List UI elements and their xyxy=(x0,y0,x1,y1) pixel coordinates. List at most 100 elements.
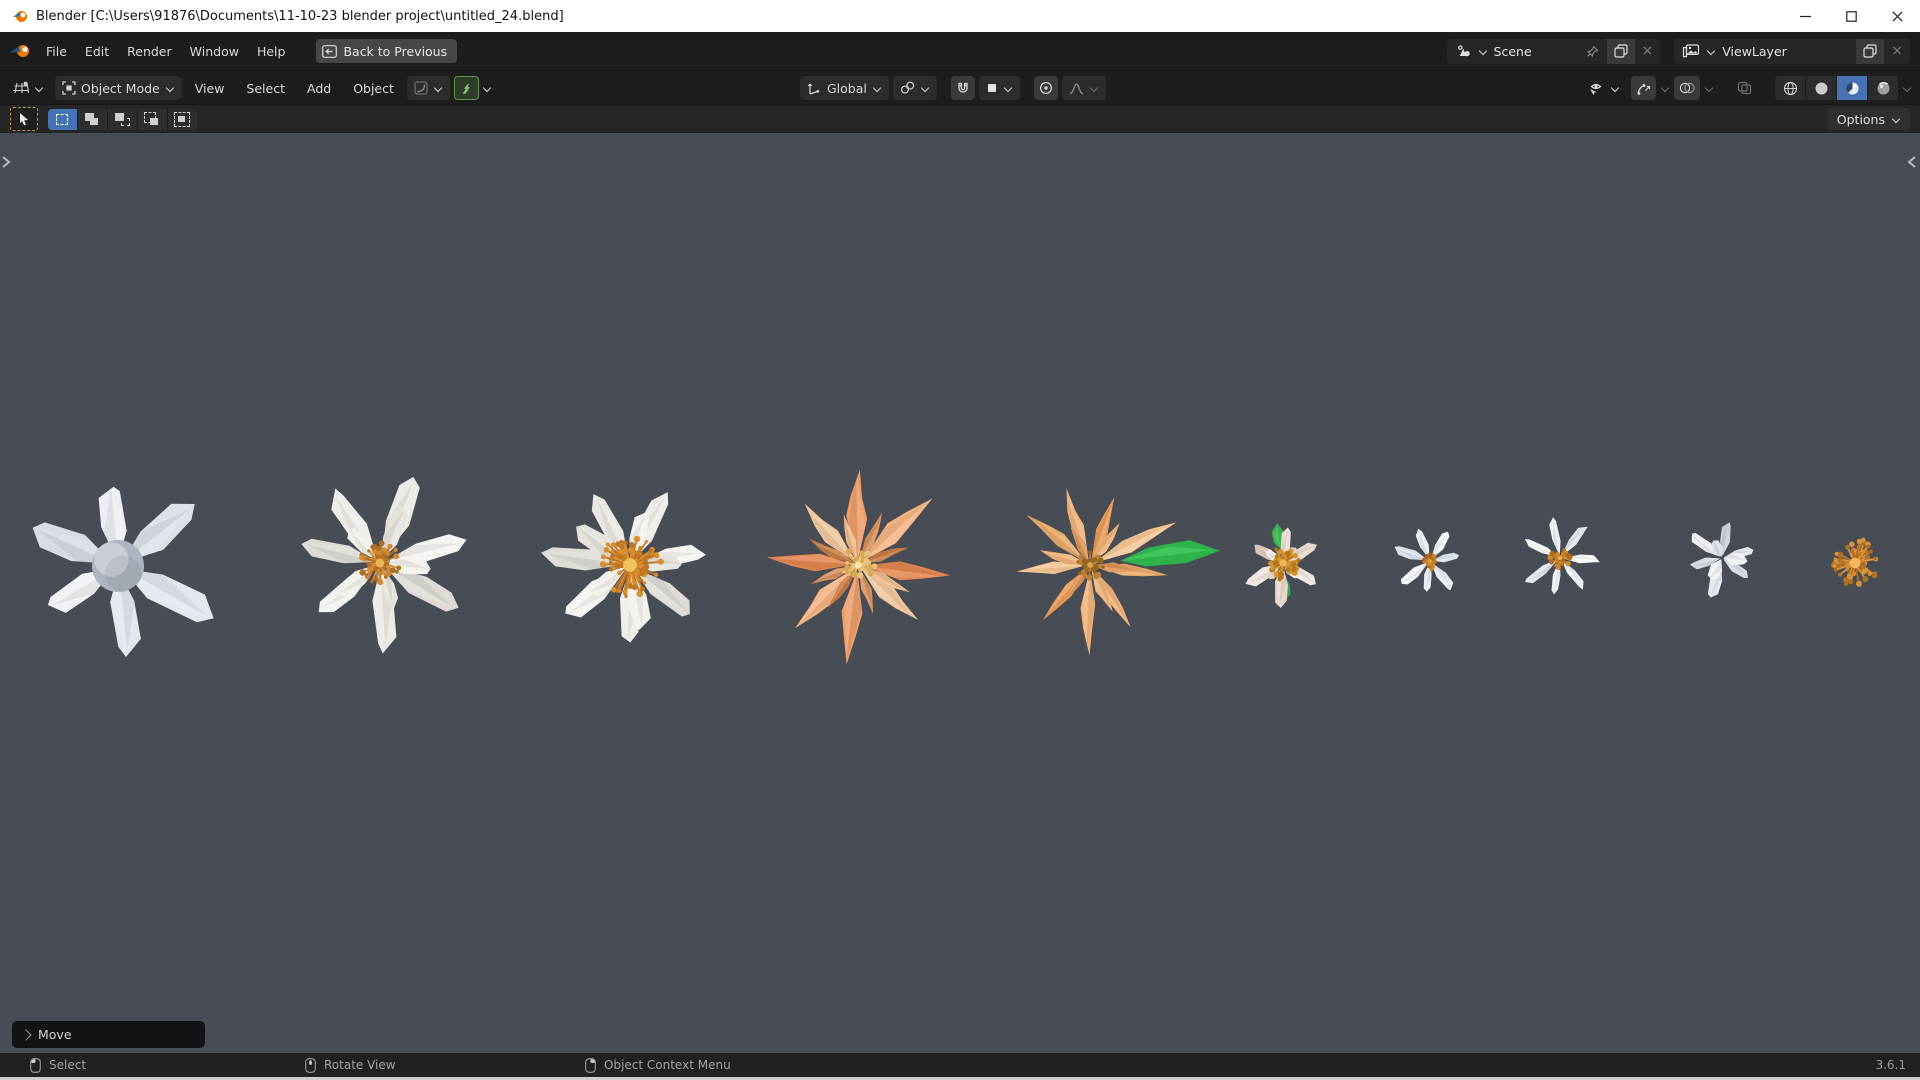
pin-icon[interactable] xyxy=(1586,44,1599,58)
hint-context-menu: Object Context Menu xyxy=(585,1053,731,1077)
options-label: Options xyxy=(1836,111,1885,127)
editor-type-dropdown[interactable] xyxy=(6,76,51,100)
viewport-header-left: Object Mode View Select Add Object xyxy=(6,71,492,105)
viewlayer-browse-dropdown[interactable]: ViewLayer xyxy=(1674,39,1856,64)
viewlayer-remove-button[interactable]: × xyxy=(1884,39,1910,64)
proportional-circle-icon xyxy=(1039,81,1053,95)
snap-to-dropdown[interactable] xyxy=(978,76,1020,100)
menu-add[interactable]: Add xyxy=(298,77,340,100)
left-mouse-icon xyxy=(30,1057,41,1073)
chevron-down-icon xyxy=(1902,84,1912,92)
proportional-editing-toggle[interactable] xyxy=(1033,76,1058,100)
right-mouse-icon xyxy=(585,1057,596,1073)
object-visibility-dropdown[interactable] xyxy=(1580,76,1627,100)
falloff-curve-icon xyxy=(414,81,428,95)
maximize-button[interactable] xyxy=(1828,0,1874,32)
window-titlebar: Blender [C:\Users\91876\Documents\11-10-… xyxy=(0,0,1920,32)
chevron-down-icon xyxy=(165,84,175,92)
flower-stamen-cluster[interactable] xyxy=(1830,537,1879,587)
blender-logo-icon[interactable] xyxy=(10,43,31,59)
viewport-header-center: Global xyxy=(800,71,1106,105)
mode-dropdown[interactable]: Object Mode xyxy=(55,76,182,100)
transform-orientation-dropdown[interactable]: Global xyxy=(800,76,889,100)
hint-rotate-view-label: Rotate View xyxy=(324,1058,396,1072)
menu-file[interactable]: File xyxy=(37,40,76,63)
scene-icon xyxy=(1455,44,1472,58)
close-button[interactable] xyxy=(1874,0,1920,32)
falloff-bell-icon xyxy=(1069,82,1084,95)
back-screen-icon xyxy=(322,44,338,58)
chevron-down-icon xyxy=(1891,115,1901,123)
show-gizmos-toggle[interactable] xyxy=(1631,76,1656,100)
flower-orange-with-leaf[interactable] xyxy=(1016,488,1221,656)
menu-view[interactable]: View xyxy=(186,77,234,100)
hint-select: Select xyxy=(30,1053,86,1077)
xray-toggle[interactable] xyxy=(1730,76,1759,100)
operator-panel-move[interactable]: Move xyxy=(12,1021,205,1048)
pivot-point-dropdown[interactable] xyxy=(892,76,937,100)
magnet-icon xyxy=(956,81,970,95)
menu-select[interactable]: Select xyxy=(237,77,294,100)
back-to-previous-label: Back to Previous xyxy=(343,43,448,59)
flower-white-stamens-big[interactable] xyxy=(541,492,706,643)
menu-window[interactable]: Window xyxy=(181,40,248,63)
hint-context-menu-label: Object Context Menu xyxy=(604,1058,731,1072)
snap-toggle[interactable] xyxy=(950,76,975,100)
menu-render[interactable]: Render xyxy=(118,40,181,63)
viewport-3d[interactable]: Move xyxy=(0,133,1920,1053)
flower-bud-white[interactable] xyxy=(1689,522,1754,598)
select-mode-intersect[interactable] xyxy=(168,108,197,130)
viewlayer-name: ViewLayer xyxy=(1722,43,1787,59)
mode-label: Object Mode xyxy=(81,80,160,96)
menu-edit[interactable]: Edit xyxy=(76,40,118,63)
shading-rendered-button[interactable] xyxy=(1868,76,1898,100)
shading-solid-button[interactable] xyxy=(1806,76,1837,100)
shading-material-preview-button[interactable] xyxy=(1837,76,1868,100)
viewlayer-new-copy-button[interactable] xyxy=(1856,38,1885,64)
select-mode-subtract[interactable] xyxy=(108,108,138,130)
show-overlays-toggle[interactable] xyxy=(1674,76,1700,100)
xray-icon xyxy=(1737,81,1752,95)
chevron-down-icon xyxy=(872,84,882,92)
minimize-button[interactable] xyxy=(1782,0,1828,32)
hint-select-label: Select xyxy=(49,1058,87,1072)
chevron-down-icon xyxy=(920,84,930,92)
scene-new-copy-button[interactable] xyxy=(1606,38,1635,64)
menu-help[interactable]: Help xyxy=(248,40,295,63)
flower-blossom-small[interactable] xyxy=(1524,517,1600,595)
shading-wireframe-button[interactable] xyxy=(1775,76,1806,100)
viewport-header-right xyxy=(1580,71,1912,105)
chevron-down-icon xyxy=(433,84,443,92)
flower-orange-large[interactable] xyxy=(767,469,951,665)
flower-white-stamens-small[interactable] xyxy=(301,476,467,654)
select-mode-group xyxy=(48,108,197,130)
chevron-down-icon xyxy=(1704,84,1714,92)
viewport-editor-icon xyxy=(13,81,29,95)
flower-white-small[interactable] xyxy=(1394,528,1460,592)
proportional-falloff-dropdown[interactable] xyxy=(1061,76,1106,100)
flower-white-large[interactable] xyxy=(32,486,214,657)
falloff-dropdown[interactable] xyxy=(406,76,450,100)
back-to-previous-button[interactable]: Back to Previous xyxy=(316,39,458,63)
flower-rose-small[interactable] xyxy=(1245,523,1317,608)
select-mode-invert[interactable] xyxy=(138,108,168,130)
middle-mouse-icon xyxy=(305,1057,316,1073)
viewlayer-icon xyxy=(1682,44,1700,58)
orientation-label: Global xyxy=(827,80,867,96)
object-mode-icon xyxy=(62,81,76,95)
blender-version: 3.6.1 xyxy=(1875,1058,1906,1072)
tool-options-dropdown[interactable]: Options xyxy=(1827,108,1910,130)
scene-viewlayer-area: Scene × ViewLayer × xyxy=(1446,38,1910,64)
blender-app-icon xyxy=(12,8,28,24)
expand-panel-icon xyxy=(20,1028,32,1041)
menu-object[interactable]: Object xyxy=(344,77,403,100)
select-mode-extend[interactable] xyxy=(78,108,108,130)
active-tool-select-box[interactable] xyxy=(10,107,38,131)
scene-browse-dropdown[interactable]: Scene xyxy=(1447,39,1607,64)
scene-name: Scene xyxy=(1493,43,1532,59)
select-mode-set[interactable] xyxy=(48,108,78,130)
toolbar-expand-chevron[interactable] xyxy=(0,153,12,171)
sidebar-expand-chevron[interactable] xyxy=(1906,153,1918,171)
scene-unlink-button[interactable]: × xyxy=(1635,39,1661,64)
curves-tool-dropdown[interactable] xyxy=(453,76,479,100)
